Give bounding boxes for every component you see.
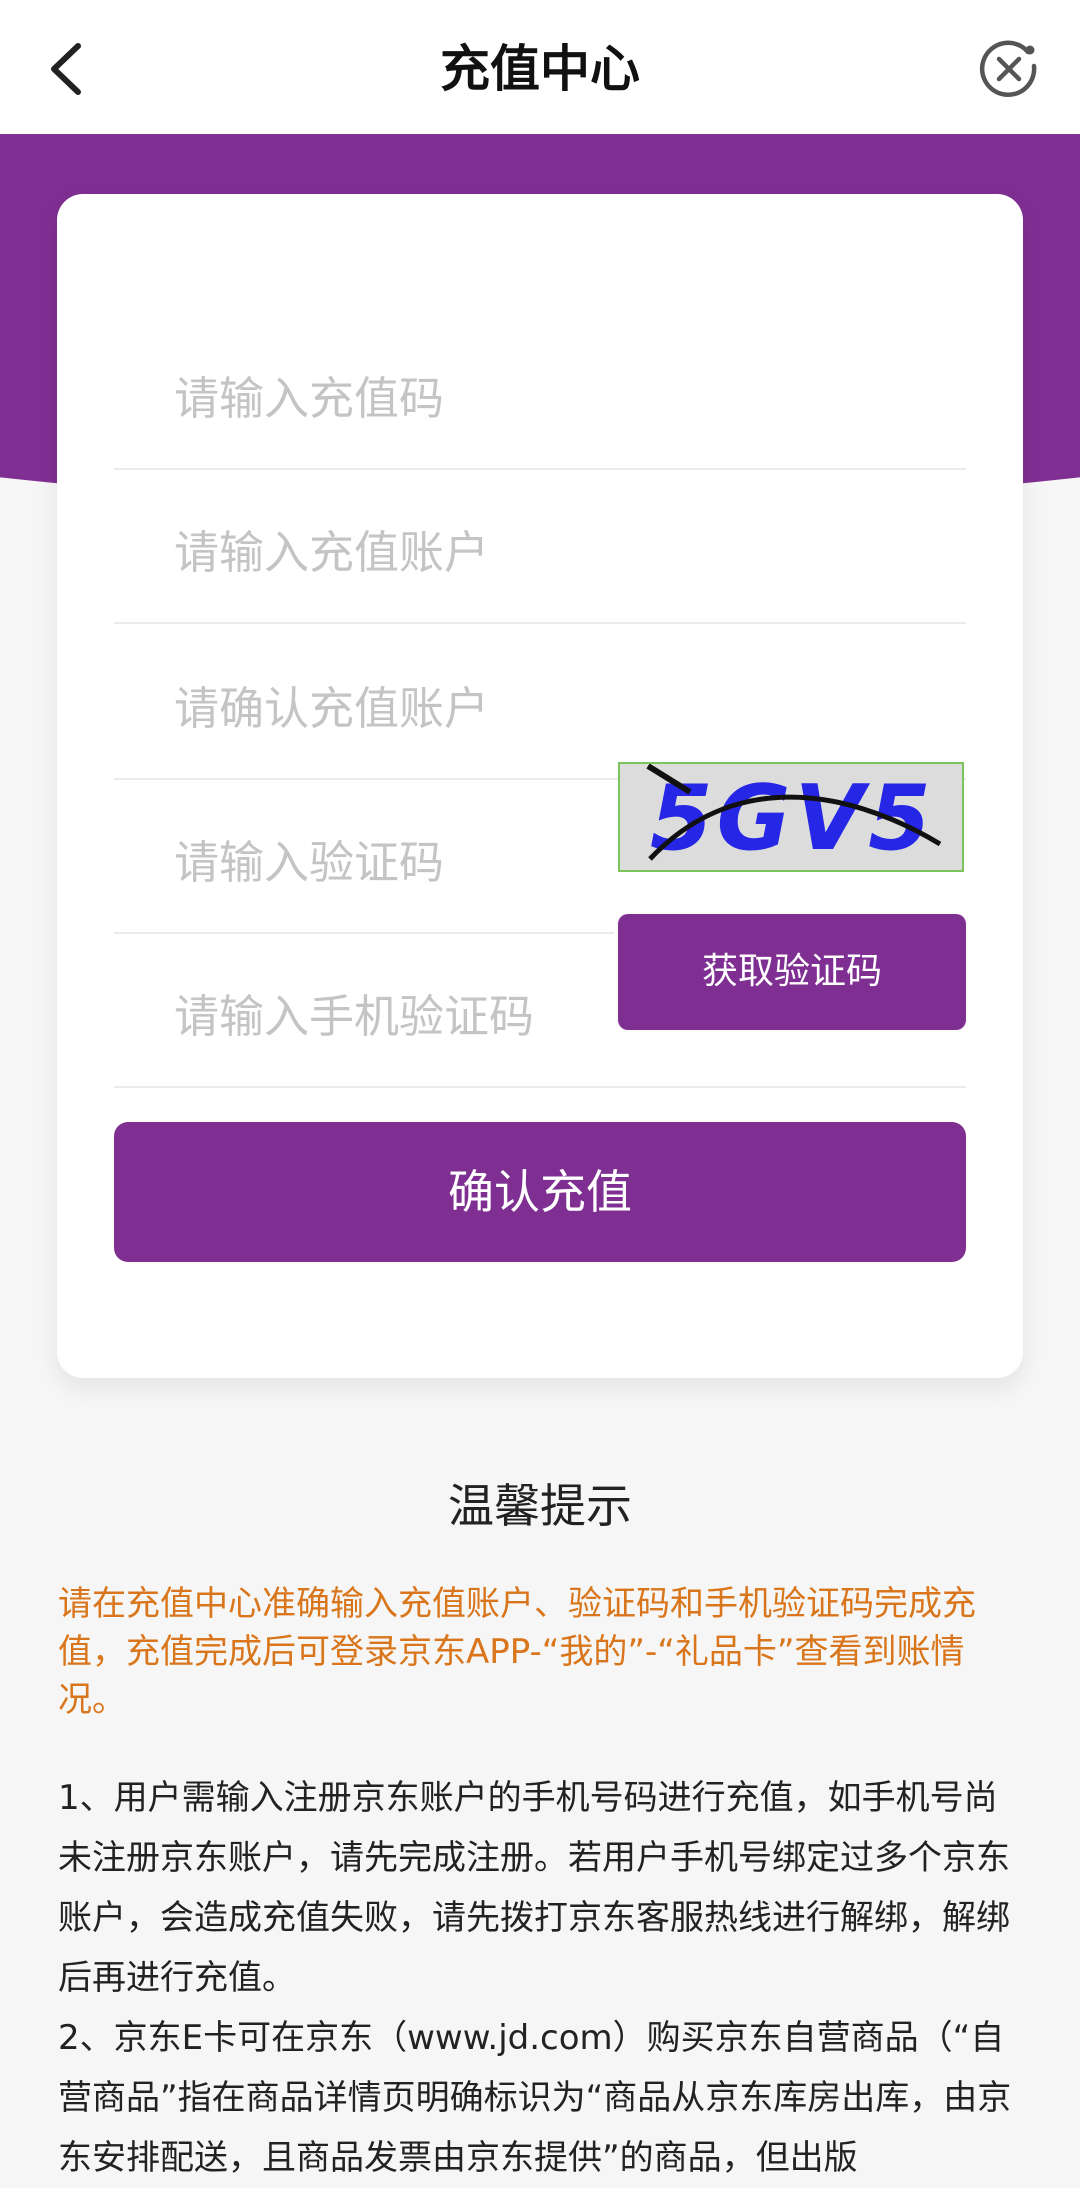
tips-item: 1、用户需输入注册京东账户的手机号码进行充值，如手机号尚未注册京东账户，请先完成… bbox=[58, 1778, 1010, 1998]
captcha-field[interactable]: 请输入验证码 bbox=[114, 778, 614, 934]
recharge-code-field[interactable]: 请输入充值码 bbox=[114, 314, 966, 470]
form-fields: 请输入充值码 请输入充值账户 请确认充值账户 请输入验证码 请输入手机验证码 5… bbox=[57, 194, 1023, 1378]
page-title: 充值中心 bbox=[440, 40, 640, 98]
get-code-button[interactable]: 获取验证码 bbox=[618, 914, 966, 1030]
tips-title: 温馨提示 bbox=[448, 1479, 632, 1533]
confirm-recharge-button[interactable]: 确认充值 bbox=[114, 1122, 966, 1262]
captcha-noise-lines bbox=[646, 764, 942, 861]
captcha-image[interactable]: 5GV5 bbox=[618, 762, 964, 872]
tips-item: 2、京东E卡可在京东（www.jd.com）购买京东自营商品（“自营商品”指在商… bbox=[58, 2018, 1012, 2178]
top-bar: 充值中心 bbox=[0, 0, 1080, 134]
tips-list: 1、用户需输入注册京东账户的手机号码进行充值，如手机号尚未注册京东账户，请先完成… bbox=[58, 1768, 1024, 2188]
close-mini-program-icon[interactable] bbox=[978, 38, 1040, 100]
tips-highlight: 请在充值中心准确输入充值账户、验证码和手机验证码完成充值，充值完成后可登录京东A… bbox=[58, 1584, 976, 1720]
confirm-account-field[interactable]: 请确认充值账户 bbox=[114, 624, 966, 780]
account-field[interactable]: 请输入充值账户 bbox=[114, 468, 966, 624]
